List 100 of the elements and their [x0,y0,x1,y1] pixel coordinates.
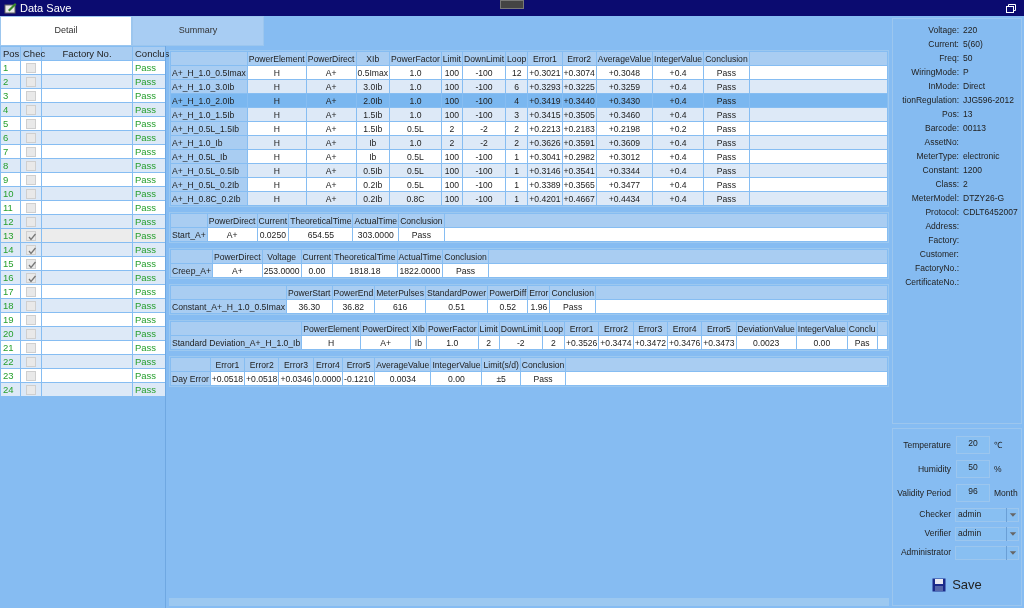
caret-icon[interactable] [1006,507,1018,522]
list-row[interactable]: 1 Pass [0,60,166,75]
column-header[interactable]: PowerFactor [426,321,479,336]
table-row[interactable]: Standard Deviation_A+_H_1.0_Ib H A+ Ib 1.0 2 -2 2 +0.3526 +0.3474 +0.3472 +0.3476 +0.3473 0.0023 0.00 Pas [170,335,888,350]
collapse-handle[interactable] [500,0,524,9]
column-header[interactable]: Error [527,285,550,300]
list-row[interactable]: 7 Pass [0,144,166,159]
dropdown[interactable]: admin [955,507,1019,522]
column-header[interactable]: Error4 [667,321,702,336]
column-header[interactable]: Conclusion [703,51,750,66]
column-header[interactable]: Voltage [262,249,302,264]
column-header[interactable]: Error1 [564,321,599,336]
caret-icon[interactable] [1006,545,1018,560]
column-header[interactable]: Current [257,213,289,228]
list-row[interactable]: 21 Pass [0,340,166,355]
list-row[interactable]: 5 Pass [0,116,166,131]
column-header[interactable]: TheoreticalTime [332,249,398,264]
checkbox[interactable] [26,314,36,325]
restore-icon[interactable] [1006,3,1016,13]
column-header[interactable]: Loop [505,51,528,66]
caret-icon[interactable] [1006,526,1018,541]
table-row[interactable]: Start_A+ A+ 0.0250 654.55 303.0000 Pass [170,227,888,242]
checkbox[interactable] [26,300,36,311]
column-header[interactable]: Conclu [847,321,878,336]
input-field[interactable]: 20 [956,436,990,454]
checkbox[interactable] [26,356,36,367]
table-row[interactable]: A+_H_1.0_0.5Imax H A+ 0.5Imax 1.0 100 -100 12 +0.3021 +0.3074 +0.3048 +0.4 Pass [170,65,888,80]
column-header[interactable]: Loop [542,321,565,336]
column-header[interactable]: PowerElement [301,321,361,336]
table-row[interactable]: A+_H_1.0_2.0Ib H A+ 2.0Ib 1.0 100 -100 4 +0.3419 +0.3440 +0.3430 +0.4 Pass [170,93,888,108]
column-header[interactable]: TheoreticalTime [288,213,353,228]
list-row[interactable]: 9 Pass [0,172,166,187]
column-header[interactable]: PowerDirect [212,249,263,264]
column-header[interactable]: Limit [478,321,500,336]
column-header[interactable]: Conclusion [549,285,596,300]
list-row[interactable]: 15 Pass [0,256,166,271]
column-header[interactable]: Error1 [527,51,563,66]
table-row[interactable]: A+_H_1.0_Ib H A+ Ib 1.0 2 -2 2 +0.3626 +0.3591 +0.3609 +0.4 Pass [170,135,888,150]
column-header[interactable]: Current [301,249,333,264]
column-header[interactable]: PowerDirect [306,51,356,66]
dropdown[interactable] [955,545,1019,560]
checkbox[interactable] [26,188,36,199]
column-header[interactable]: Limit [441,51,463,66]
column-header[interactable]: DownLimit [462,51,506,66]
column-header[interactable]: Conclusion [442,249,489,264]
column-header[interactable]: Error2 [598,321,634,336]
checkbox[interactable] [26,216,36,227]
column-header[interactable]: IntegerValue [430,357,482,372]
checkbox[interactable] [26,286,36,297]
column-header[interactable]: Error4 [313,357,343,372]
checkbox[interactable] [26,132,36,143]
table-row[interactable]: A+_H_0.5L_0.2Ib H A+ 0.2Ib 0.5L 100 -100 1 +0.3389 +0.3565 +0.3477 +0.4 Pass [170,177,888,192]
column-header[interactable]: Conclusion [398,213,445,228]
column-header[interactable]: Error5 [701,321,737,336]
column-header[interactable]: IntegerValue [796,321,848,336]
column-header[interactable]: AverageValue [374,357,431,372]
checkbox[interactable] [26,174,36,185]
table-row[interactable]: A+_H_0.5L_0.5Ib H A+ 0.5Ib 0.5L 100 -100 1 +0.3146 +0.3541 +0.3344 +0.4 Pass [170,163,888,178]
column-header[interactable]: Error2 [244,357,279,372]
checkbox[interactable] [26,160,36,171]
checkbox[interactable] [26,202,36,213]
checkbox[interactable] [26,230,36,241]
input-field[interactable]: 96 [956,484,990,502]
checkbox[interactable] [26,384,36,395]
column-header[interactable]: PowerElement [247,51,307,66]
table-row[interactable]: A+_H_0.8C_0.2Ib H A+ 0.2Ib 0.8C 100 -100 1 +0.4201 +0.4667 +0.4434 +0.4 Pass [170,191,888,206]
list-row[interactable]: 11 Pass [0,200,166,215]
column-header[interactable]: Error2 [562,51,597,66]
column-header[interactable]: Conclusion [520,357,566,372]
checkbox[interactable] [26,90,36,101]
column-header[interactable]: Limit(s/d) [482,357,521,372]
column-header[interactable]: ActualTime [352,213,399,228]
column-header[interactable]: Error3 [278,357,314,372]
column-header[interactable]: IntegerValue [652,51,704,66]
column-header[interactable]: PowerFactor [389,51,442,66]
list-row[interactable]: 17 Pass [0,284,166,299]
column-header[interactable]: PowerDirect [207,213,257,228]
column-header[interactable]: Error3 [633,321,668,336]
checkbox[interactable] [26,118,36,129]
column-header[interactable]: Error5 [342,357,375,372]
checkbox[interactable] [26,76,36,87]
table-row[interactable]: Day Error +0.0518 +0.0518 +0.0346 0.0000 -0.1210 0.0034 0.00 ±5 Pass [170,371,888,386]
column-header[interactable]: DownLimit [499,321,543,336]
checkbox[interactable] [26,370,36,381]
column-header[interactable]: AverageValue [596,51,653,66]
checkbox[interactable] [26,104,36,115]
checkbox[interactable] [26,272,36,283]
checkbox[interactable] [26,62,36,73]
checkbox[interactable] [26,328,36,339]
input-field[interactable]: 50 [956,460,990,478]
list-row[interactable]: 19 Pass [0,312,166,327]
table-row[interactable]: A+_H_1.0_1.5Ib H A+ 1.5Ib 1.0 100 -100 3 +0.3415 +0.3505 +0.3460 +0.4 Pass [170,107,888,122]
list-row[interactable]: 3 Pass [0,88,166,103]
table-row[interactable]: Creep_A+ A+ 253.0000 0.00 1818.18 1822.0000 Pass [170,263,888,278]
column-header[interactable]: PowerDirect [360,321,411,336]
column-header[interactable]: MeterPulses [374,285,426,300]
column-header[interactable]: PowerDiff [487,285,528,300]
table-row[interactable]: Constant_A+_H_1.0_0.5Imax 36.30 36.82 616 0.51 0.52 1.96 Pass [170,299,888,314]
column-header[interactable]: DeviationValue [736,321,797,336]
table-row[interactable]: A+_H_0.5L_Ib H A+ Ib 0.5L 100 -100 1 +0.3041 +0.2982 +0.3012 +0.4 Pass [170,149,888,164]
